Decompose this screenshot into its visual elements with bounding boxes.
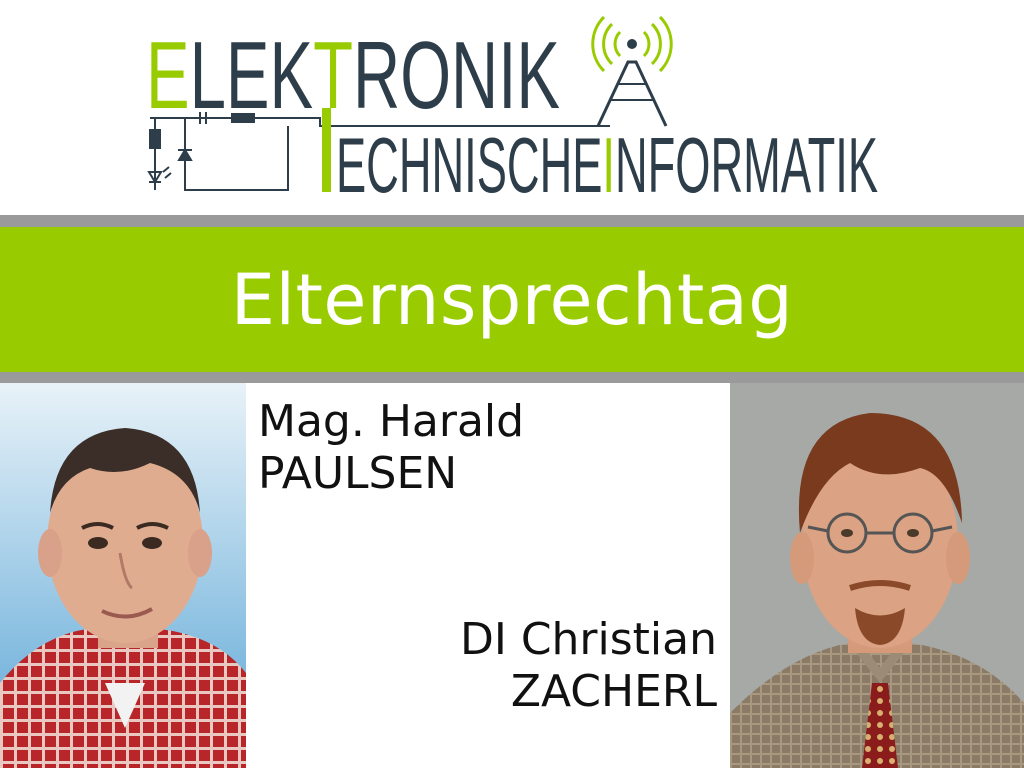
teacher-2-title-first: DI Christian bbox=[459, 614, 717, 665]
teacher-1-lastname: PAULSEN bbox=[258, 448, 458, 499]
teacher-2-photo bbox=[730, 383, 1024, 768]
antenna-icon bbox=[591, 15, 673, 127]
teacher-2-name: DI Christian ZACHERL bbox=[460, 614, 717, 718]
logo-line-1: ELEKTRONIK bbox=[146, 22, 560, 129]
teacher-1-title-first: Mag. Harald bbox=[258, 396, 525, 447]
banner-title: Elternsprechtag bbox=[230, 258, 794, 341]
teacher-1-name: Mag. Harald PAULSEN bbox=[258, 396, 524, 500]
teacher-2-lastname: ZACHERL bbox=[510, 666, 717, 717]
teacher-1-photo bbox=[0, 383, 246, 768]
divider-bottom bbox=[0, 372, 1024, 383]
title-banner: Elternsprechtag bbox=[0, 227, 1024, 372]
logo-line-2: ECHNISCHEINFORMATIK bbox=[336, 121, 878, 209]
divider-top bbox=[0, 215, 1024, 227]
department-logo: ELEKTRONIK ECHNISCHEINFORMATIK bbox=[146, 15, 878, 209]
